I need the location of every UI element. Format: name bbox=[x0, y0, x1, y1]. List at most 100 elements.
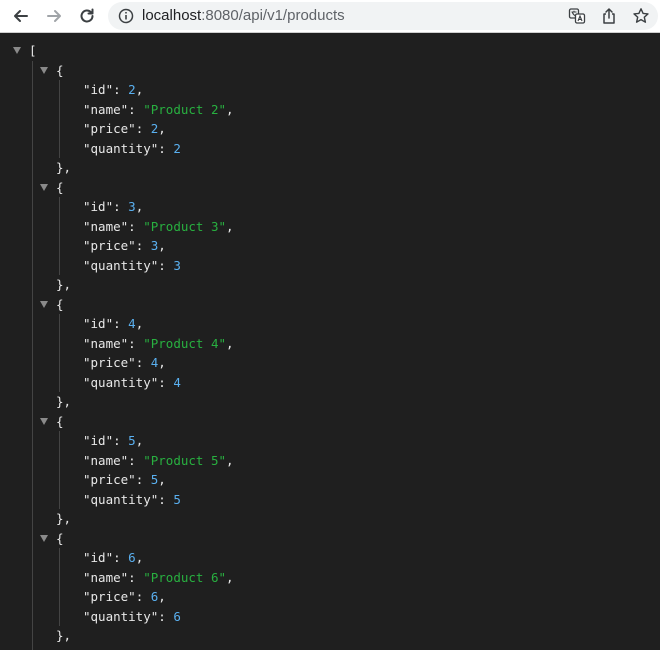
json-viewer: [ {"id": 2, "name": "Product 2", "price": … bbox=[0, 33, 660, 650]
collapse-toggle-icon[interactable] bbox=[40, 418, 48, 425]
share-icon bbox=[603, 8, 615, 24]
json-key: "name" bbox=[83, 569, 129, 585]
json-line: "quantity": 3 bbox=[83, 256, 181, 276]
json-key: "price" bbox=[83, 238, 136, 253]
colon: : bbox=[113, 433, 129, 448]
json-line: "price": 6, bbox=[83, 587, 166, 607]
translate-button[interactable] bbox=[568, 7, 586, 25]
json-line: }, bbox=[56, 158, 71, 178]
json-key: "name" bbox=[83, 218, 129, 234]
colon: : bbox=[113, 199, 129, 214]
comma: , bbox=[135, 199, 144, 214]
open-brace: { bbox=[56, 179, 64, 195]
url-host: localhost bbox=[142, 7, 202, 24]
json-line: }, bbox=[56, 275, 71, 295]
comma: , bbox=[158, 238, 166, 253]
json-line: "price": 5, bbox=[83, 470, 166, 490]
json-number-value: 6 bbox=[128, 550, 136, 565]
json-line: { bbox=[56, 61, 64, 81]
json-key: "quantity" bbox=[83, 491, 159, 507]
browser-toolbar: localhost:8080/api/v1/products bbox=[0, 0, 660, 33]
json-number-value: 6 bbox=[173, 608, 181, 624]
comma: , bbox=[158, 355, 166, 370]
colon: : bbox=[135, 589, 151, 604]
comma: , bbox=[226, 569, 234, 585]
colon: : bbox=[113, 82, 129, 97]
json-number-value: 2 bbox=[128, 82, 136, 97]
json-key: "id" bbox=[83, 433, 114, 448]
json-key: "quantity" bbox=[83, 374, 159, 390]
json-key: "id" bbox=[83, 199, 114, 214]
colon: : bbox=[135, 472, 151, 487]
json-line: { bbox=[56, 178, 64, 198]
json-key: "price" bbox=[83, 472, 136, 487]
collapse-toggle-icon[interactable] bbox=[40, 301, 48, 308]
back-button[interactable] bbox=[9, 4, 33, 28]
json-string-value: "Product 6" bbox=[143, 569, 227, 585]
colon: : bbox=[113, 550, 129, 565]
comma: , bbox=[226, 101, 234, 117]
json-line: "id": 3, bbox=[83, 197, 143, 217]
json-line: "name": "Product 3", bbox=[83, 217, 234, 237]
colon: : bbox=[158, 374, 174, 390]
open-brace: { bbox=[56, 296, 64, 312]
json-line: "quantity": 5 bbox=[83, 490, 181, 510]
close-brace: }, bbox=[56, 628, 72, 643]
colon: : bbox=[158, 257, 174, 273]
share-button[interactable] bbox=[600, 7, 618, 25]
collapse-toggle-icon[interactable] bbox=[40, 67, 48, 74]
indent-guide bbox=[59, 431, 60, 509]
json-key: "id" bbox=[83, 316, 114, 331]
collapse-toggle-icon[interactable] bbox=[13, 47, 21, 54]
json-key: "name" bbox=[83, 335, 129, 351]
json-key: "id" bbox=[83, 550, 114, 565]
colon: : bbox=[135, 238, 151, 253]
comma: , bbox=[135, 316, 144, 331]
json-line: "quantity": 2 bbox=[83, 139, 181, 159]
collapse-toggle-icon[interactable] bbox=[40, 184, 48, 191]
close-brace: }, bbox=[56, 160, 72, 175]
json-line: "name": "Product 5", bbox=[83, 451, 234, 471]
collapse-toggle-icon[interactable] bbox=[40, 535, 48, 542]
colon: : bbox=[128, 218, 144, 234]
json-line: "id": 2, bbox=[83, 80, 143, 100]
reload-button[interactable] bbox=[75, 4, 99, 28]
json-string-value: "Product 5" bbox=[143, 452, 227, 468]
comma: , bbox=[226, 335, 234, 351]
json-line: "price": 4, bbox=[83, 353, 166, 373]
json-key: "id" bbox=[83, 82, 114, 97]
json-number-value: 4 bbox=[128, 316, 136, 331]
colon: : bbox=[128, 101, 144, 117]
url-path: :8080/api/v1/products bbox=[201, 7, 345, 24]
comma: , bbox=[226, 218, 234, 234]
indent-guide bbox=[59, 314, 60, 392]
indent-guide bbox=[59, 197, 60, 275]
json-string-value: "Product 4" bbox=[143, 335, 227, 351]
json-line: "id": 6, bbox=[83, 548, 143, 568]
star-icon bbox=[633, 8, 649, 23]
bookmark-button[interactable] bbox=[632, 7, 650, 25]
json-key: "quantity" bbox=[83, 257, 159, 273]
comma: , bbox=[226, 452, 234, 468]
open-brace: { bbox=[56, 413, 64, 429]
url-text[interactable]: localhost:8080/api/v1/products bbox=[142, 8, 345, 24]
arrow-left-icon bbox=[14, 10, 28, 22]
address-bar[interactable]: localhost:8080/api/v1/products bbox=[108, 2, 658, 30]
colon: : bbox=[135, 121, 151, 136]
json-line: "id": 4, bbox=[83, 314, 143, 334]
json-line: }, bbox=[56, 392, 71, 412]
indent-guide bbox=[59, 80, 60, 158]
json-number-value: 2 bbox=[173, 140, 181, 156]
info-icon[interactable] bbox=[118, 8, 134, 24]
close-brace: }, bbox=[56, 277, 72, 292]
colon: : bbox=[113, 316, 129, 331]
close-brace: }, bbox=[56, 394, 72, 409]
colon: : bbox=[135, 355, 151, 370]
forward-button[interactable] bbox=[42, 4, 66, 28]
colon: : bbox=[158, 140, 174, 156]
open-brace: { bbox=[56, 62, 64, 78]
reload-icon bbox=[80, 8, 94, 23]
json-key: "price" bbox=[83, 589, 136, 604]
open-bracket: [ bbox=[29, 43, 37, 58]
json-key: "price" bbox=[83, 121, 136, 136]
